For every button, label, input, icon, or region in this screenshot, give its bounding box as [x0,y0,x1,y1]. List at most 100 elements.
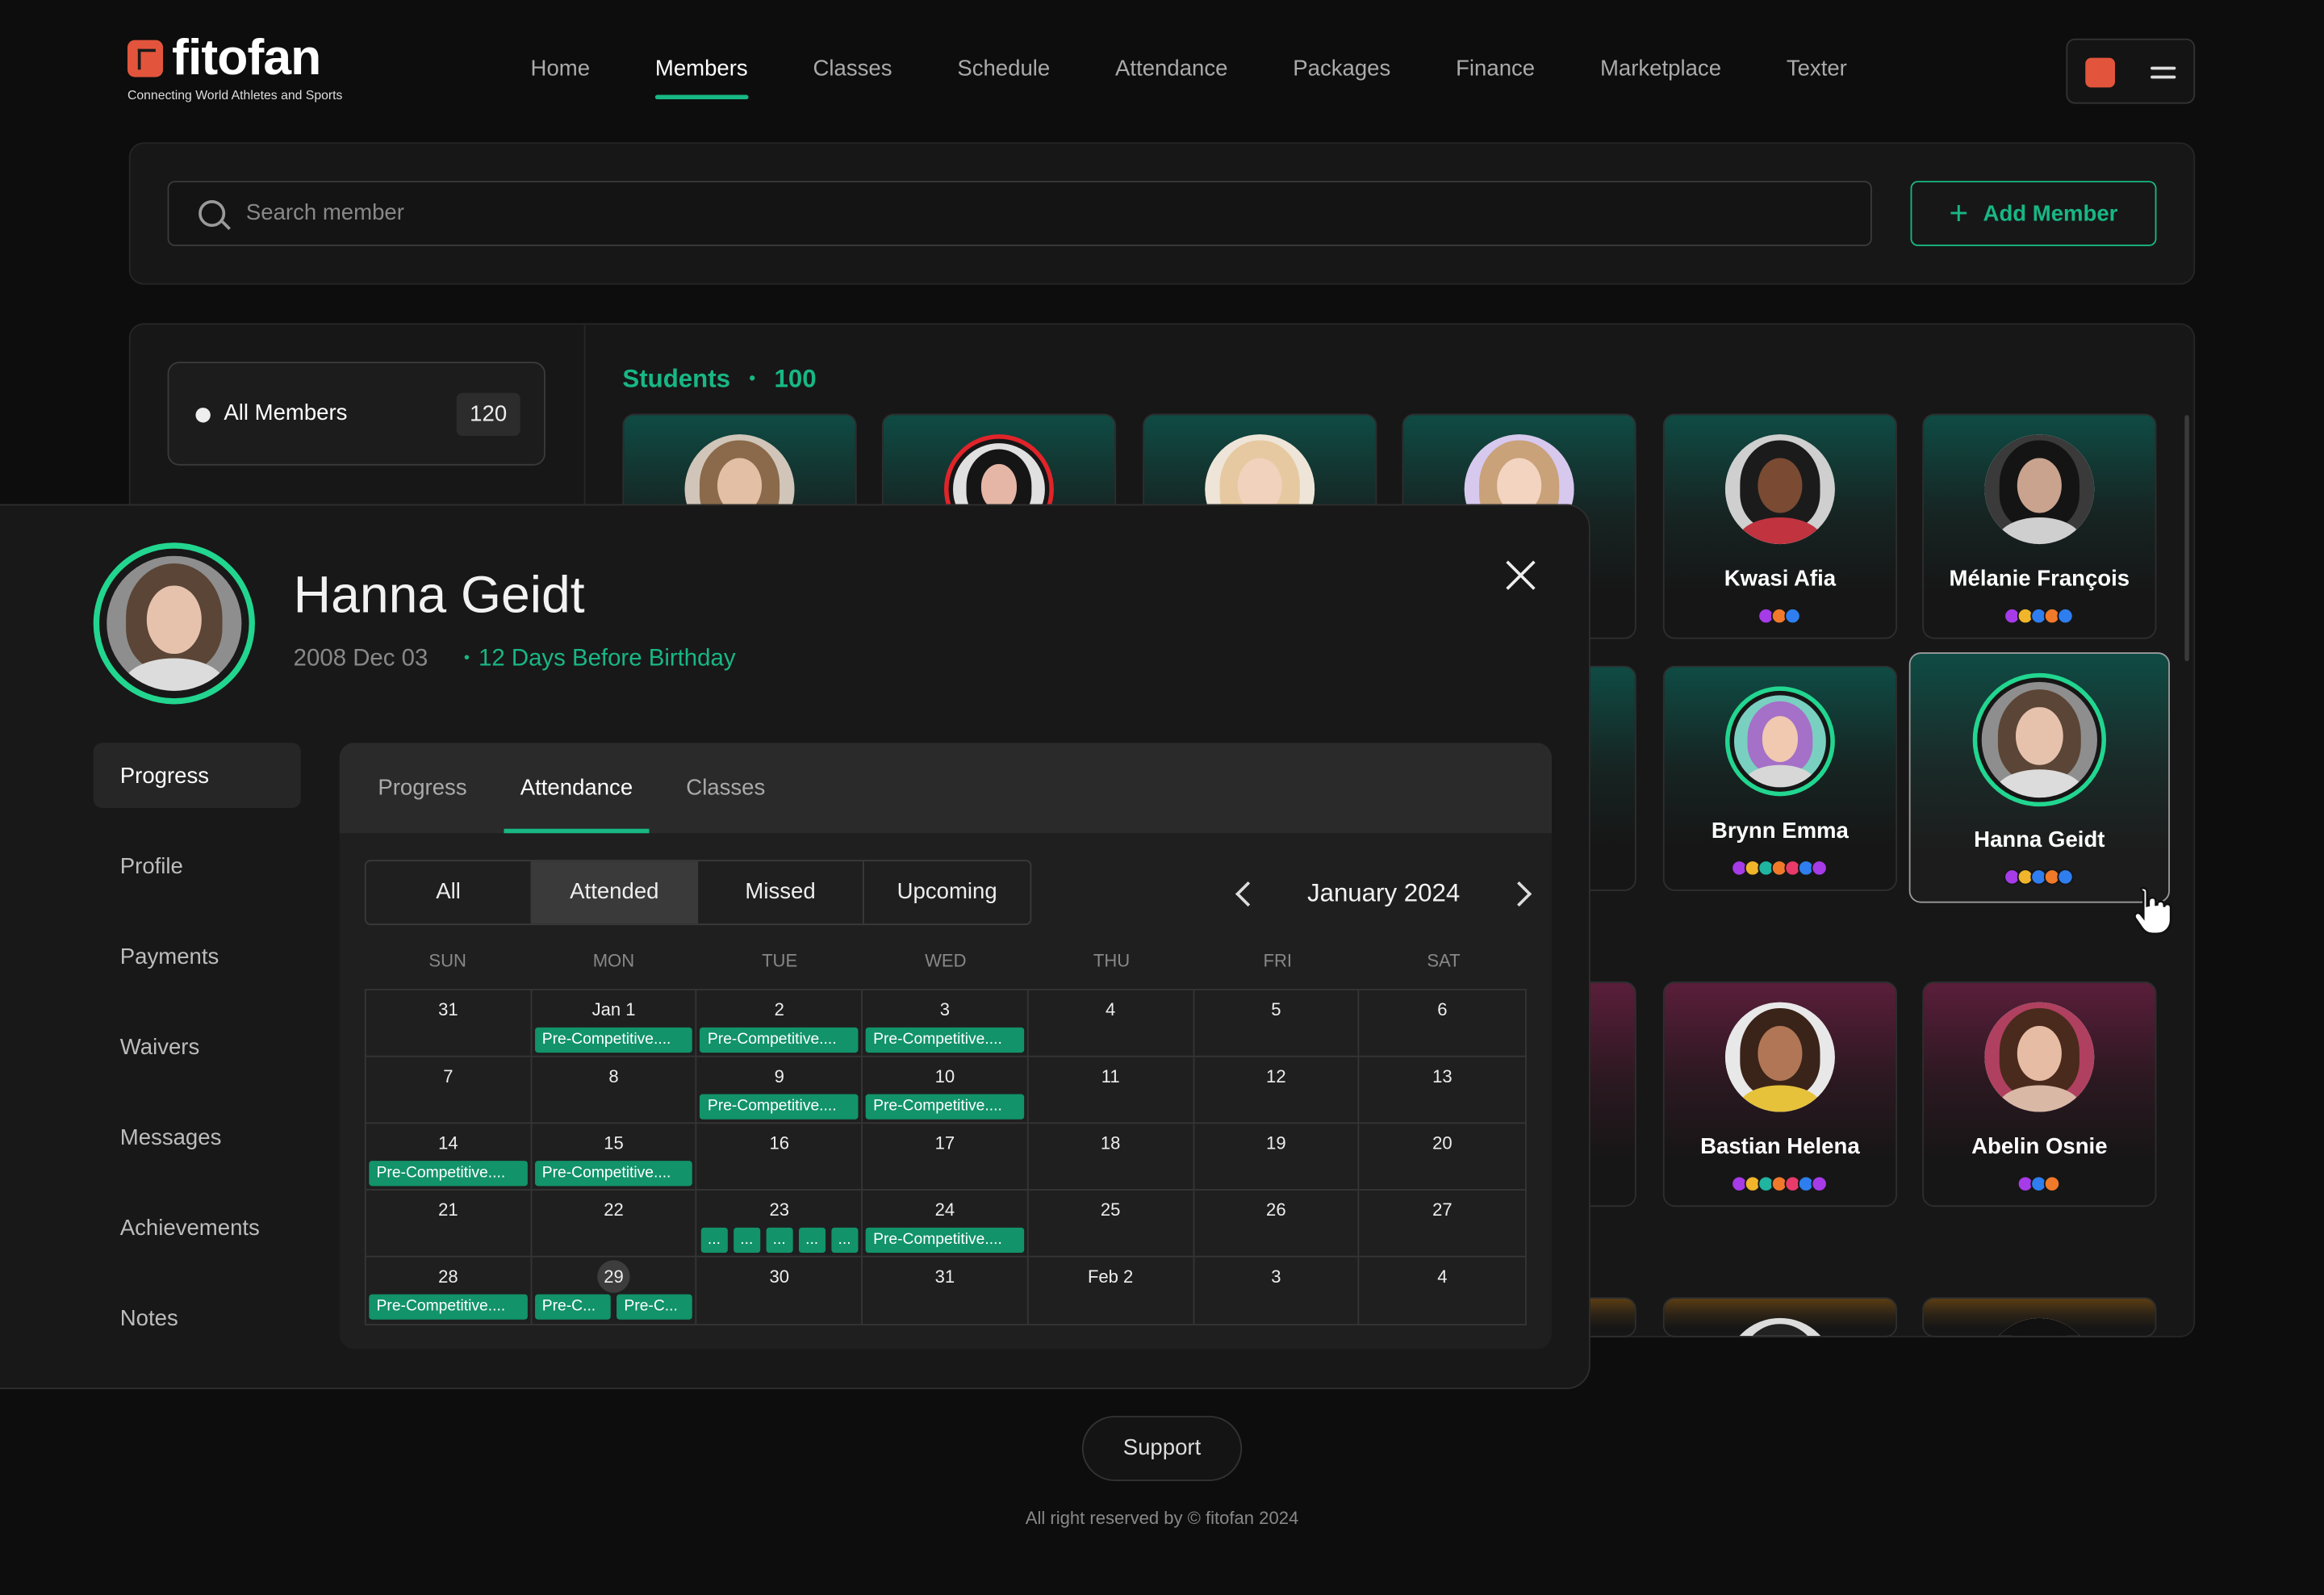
calendar-day[interactable]: 21 [366,1190,532,1256]
calendar-day[interactable]: 26 [1194,1190,1360,1256]
calendar-day[interactable]: 30 [697,1257,863,1325]
class-event-chip[interactable]: Pre-Competitive.... [369,1161,528,1187]
calendar-day[interactable]: 5 [1194,990,1360,1056]
nav-item-attendance[interactable]: Attendance [1083,41,1260,96]
nav-item-schedule[interactable]: Schedule [925,41,1083,96]
class-event-chip[interactable]: Pre-Competitive.... [700,1027,859,1053]
calendar-day[interactable]: 17 [863,1124,1029,1190]
class-event-chip[interactable]: ... [766,1227,793,1254]
member-card[interactable]: Mélanie François [1922,413,2157,639]
calendar-day[interactable]: 23............... [697,1190,863,1256]
class-event-chip[interactable]: Pre-Competitive.... [369,1294,528,1320]
day-number-text: 18 [1100,1132,1121,1153]
class-event-chip[interactable]: Pre-Competitive.... [865,1227,1024,1254]
class-event-chip[interactable]: ... [798,1227,826,1254]
birthday-countdown: • 12 Days Before Birthday [463,646,736,672]
day-number: 15 [532,1132,696,1153]
members-scrollbar[interactable] [2184,415,2189,662]
calendar-day[interactable]: 2 Pre-Competitive.... [697,990,863,1056]
chevron-left-icon[interactable] [1235,881,1261,907]
filter-all[interactable]: All [366,861,533,924]
class-event-chip[interactable]: ... [831,1227,859,1254]
member-name: Abelin Osnie [1971,1134,2108,1160]
class-event-chip[interactable]: Pre-Competitive.... [865,1027,1024,1053]
member-card[interactable]: Bastian Helena [1662,981,1898,1208]
menu-icon[interactable] [2151,61,2176,84]
org-logo-icon[interactable] [2085,57,2116,88]
calendar-day[interactable]: 4 [1360,1258,1525,1325]
class-event-chip[interactable]: Pre-Competitive.... [865,1094,1024,1120]
day-number: 9 [697,1066,861,1087]
member-card[interactable]: Hanna Geidt [1908,652,2170,903]
calendar-day[interactable]: 12 [1194,1057,1360,1123]
calendar-day[interactable]: 29 Pre-C... Pre-C... [532,1257,698,1325]
filter-all-members[interactable]: All Members 120 [167,362,545,466]
calendar-day[interactable]: 11 [1028,1057,1194,1123]
member-card[interactable] [1662,1297,1898,1338]
nav-item-members[interactable]: Members [622,41,780,100]
side-nav-profile[interactable]: Profile [94,833,301,898]
calendar-day[interactable]: 24 Pre-Competitive.... [863,1190,1029,1256]
side-nav-achievements[interactable]: Achievements [94,1195,301,1260]
calendar-day[interactable]: Jan 1 Pre-Competitive.... [532,990,698,1056]
filter-missed[interactable]: Missed [698,861,864,924]
calendar-day[interactable]: 3 [1194,1257,1360,1325]
side-nav-payments[interactable]: Payments [94,923,301,989]
class-event-chip[interactable]: Pre-Competitive.... [534,1161,693,1187]
class-event-chip[interactable]: Pre-C... [617,1294,693,1320]
side-nav-progress[interactable]: Progress [93,743,301,809]
side-nav-notes[interactable]: Notes [94,1285,301,1350]
tab-attendance[interactable]: Attendance [494,743,660,834]
tab-progress[interactable]: Progress [351,743,493,833]
calendar-day[interactable]: 31 [863,1257,1029,1325]
filter-upcoming[interactable]: Upcoming [864,861,1030,923]
class-event-chip[interactable]: Pre-Competitive.... [700,1094,859,1120]
calendar-day[interactable]: 7 [366,1057,532,1123]
member-card[interactable] [1922,1297,2157,1338]
calendar-day[interactable]: 25 [1028,1190,1194,1256]
nav-item-finance[interactable]: Finance [1423,41,1568,96]
calendar-day[interactable]: 31 [366,990,532,1056]
calendar-day[interactable]: 3 Pre-Competitive.... [863,990,1029,1056]
add-member-button[interactable]: + Add Member [1910,181,2157,246]
calendar-day[interactable]: 10 Pre-Competitive.... [863,1057,1029,1123]
calendar-day[interactable]: 8 [532,1057,698,1123]
class-event-chip[interactable]: ... [733,1227,760,1254]
nav-item-classes[interactable]: Classes [780,41,925,96]
sport-dot [2056,608,2073,625]
filter-attended[interactable]: Attended [532,861,699,924]
calendar-day[interactable]: 20 [1360,1124,1525,1189]
calendar-day[interactable]: 19 [1194,1124,1360,1190]
calendar-day[interactable]: 15 Pre-Competitive.... [532,1124,698,1190]
calendar-day[interactable]: 22 [532,1190,698,1256]
class-event-chip[interactable]: Pre-Competitive.... [534,1027,693,1053]
calendar-day[interactable]: 28 Pre-Competitive.... [366,1257,532,1325]
search-input[interactable]: Search member [167,181,1872,246]
calendar-day[interactable]: 4 [1028,990,1194,1056]
side-nav-messages[interactable]: Messages [94,1104,301,1170]
nav-item-packages[interactable]: Packages [1260,41,1423,96]
tab-classes[interactable]: Classes [659,743,792,833]
calendar-day[interactable]: 6 [1360,990,1525,1056]
member-card[interactable]: Abelin Osnie [1922,981,2157,1208]
class-event-chip[interactable]: ... [700,1227,728,1254]
calendar-day[interactable]: Feb 2 [1028,1257,1194,1325]
day-number-text: 19 [1266,1132,1286,1153]
calendar-day[interactable]: 13 [1360,1057,1525,1123]
class-event-chip[interactable]: Pre-C... [534,1294,611,1320]
side-nav-waivers[interactable]: Waivers [94,1014,301,1079]
member-card[interactable]: Brynn Emma [1662,665,1898,891]
close-icon[interactable] [1500,555,1541,596]
brand-logo[interactable]: fitofan Connecting World Athletes and Sp… [127,30,350,107]
nav-item-home[interactable]: Home [498,41,622,96]
calendar-day[interactable]: 27 [1360,1191,1525,1256]
calendar-day[interactable]: 9 Pre-Competitive.... [697,1057,863,1123]
nav-item-marketplace[interactable]: Marketplace [1568,41,1754,96]
member-card[interactable]: Kwasi Afia [1662,413,1898,639]
nav-item-texter[interactable]: Texter [1753,41,1879,96]
calendar-day[interactable]: 16 [697,1124,863,1190]
chevron-right-icon[interactable] [1507,881,1532,907]
support-button[interactable]: Support [1081,1416,1243,1481]
calendar-day[interactable]: 14 Pre-Competitive.... [366,1124,532,1190]
calendar-day[interactable]: 18 [1028,1124,1194,1190]
